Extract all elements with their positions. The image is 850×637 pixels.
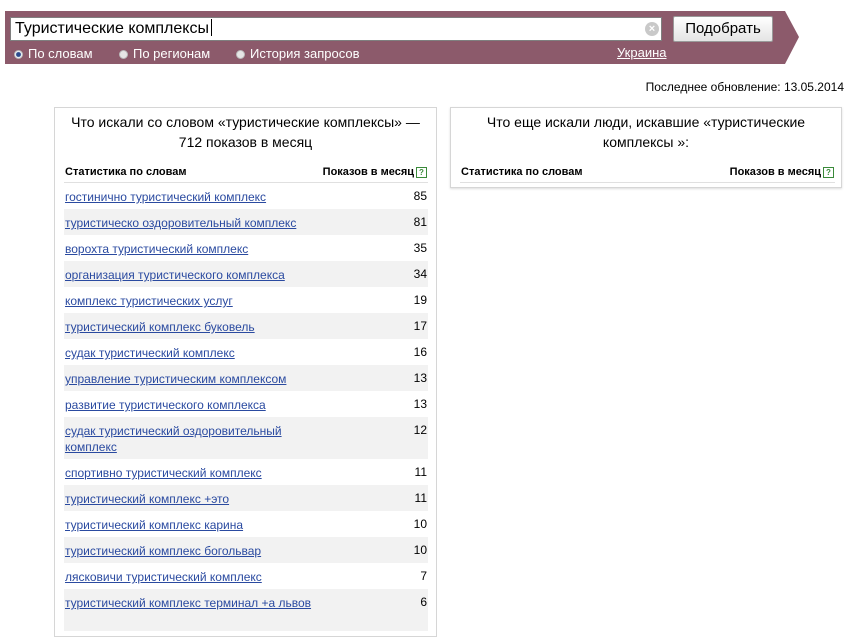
keyword-link[interactable]: туристический комплекс богольвар [65, 543, 315, 559]
column-header-impressions-label: Показов в месяц [729, 166, 821, 178]
column-header-impressions-label: Показов в месяц [322, 166, 414, 178]
impressions-count: 16 [413, 345, 427, 359]
impressions-count: 85 [413, 189, 427, 203]
table-row: туристический комплекс карина 10 [64, 511, 428, 537]
keyword-link[interactable]: судак туристический оздоровительный комп… [65, 423, 315, 455]
table-row: лясковичи туристический комплекс 7 [64, 563, 428, 589]
table-row: организация туристического комплекса 34 [64, 261, 428, 287]
related-panel-title: Что еще искали люди, искавшие «туристиче… [486, 114, 806, 150]
impressions-count: 19 [413, 293, 427, 307]
table-row: судак туристический комплекс 16 [64, 339, 428, 365]
keywords-table-header: Статистика по словам Показов в месяц? [64, 162, 428, 183]
keyword-link[interactable]: судак туристический комплекс [65, 345, 315, 361]
keyword-link[interactable]: туристическо оздоровительный комплекс [65, 215, 315, 231]
tab-by-regions[interactable]: По регионам [119, 46, 210, 61]
table-row: туристический комплекс +это 11 [64, 485, 428, 511]
keyword-link[interactable]: ворохта туристический комплекс [65, 241, 315, 257]
tab-by-regions-label: По регионам [133, 46, 211, 61]
table-row: развитие туристического комплекса 13 [64, 391, 428, 417]
column-header-stats: Статистика по словам [65, 166, 187, 178]
keyword-link[interactable]: организация туристического комплекса [65, 267, 315, 283]
region-link[interactable]: Украина [617, 45, 667, 60]
keyword-link[interactable]: спортивно туристический комплекс [65, 465, 315, 481]
related-panel: Что еще искали люди, искавшие «туристиче… [450, 107, 842, 188]
column-header-impressions: Показов в месяц? [730, 166, 834, 178]
radio-selected-icon [14, 50, 23, 59]
impressions-count: 35 [413, 241, 427, 255]
keywords-panel: Что искали со словом «туристические комп… [54, 107, 437, 637]
last-updated: Последнее обновление: 13.05.2014 [645, 80, 844, 94]
related-table-header: Статистика по словам Показов в месяц? [460, 162, 835, 183]
text-caret [210, 19, 212, 36]
keywords-panel-title: Что искали со словом «туристические комп… [71, 114, 420, 150]
impressions-count: 6 [420, 595, 427, 609]
impressions-count: 12 [413, 423, 427, 437]
impressions-count: 34 [413, 267, 427, 281]
table-row: туристический комплекс буковель 17 [64, 313, 428, 339]
impressions-count: 10 [413, 517, 427, 531]
keyword-link[interactable]: гостинично туристический комплекс [65, 189, 315, 205]
keyword-link[interactable]: туристический комплекс +это [65, 491, 315, 507]
search-input-value: Туристические комплексы [15, 20, 209, 37]
impressions-count: 13 [413, 397, 427, 411]
search-input[interactable]: Туристические комплексы [10, 17, 662, 41]
keywords-table: гостинично туристический комплекс 85 турис… [64, 183, 428, 631]
column-header-stats: Статистика по словам [461, 166, 583, 178]
tab-query-history-label: История запросов [250, 46, 360, 61]
table-row: ворохта туристический комплекс 35 [64, 235, 428, 261]
radio-icon [119, 50, 128, 59]
keyword-link[interactable]: туристический комплекс терминал +а львов [65, 595, 315, 611]
help-icon[interactable]: ? [823, 167, 834, 178]
impressions-count: 7 [420, 569, 427, 583]
keyword-link[interactable]: лясковичи туристический комплекс [65, 569, 315, 585]
tab-by-words-label: По словам [28, 46, 93, 61]
table-row: комплекс туристических услуг 19 [64, 287, 428, 313]
impressions-count: 13 [413, 371, 427, 385]
tab-by-words[interactable]: По словам [14, 46, 93, 61]
help-icon[interactable]: ? [416, 167, 427, 178]
table-row: туристическо оздоровительный комплекс 81 [64, 209, 428, 235]
pick-button[interactable]: Подобрать [673, 16, 773, 42]
impressions-count: 17 [413, 319, 427, 333]
impressions-count: 11 [414, 491, 427, 505]
search-bar-arrow [785, 11, 799, 64]
tab-query-history[interactable]: История запросов [236, 46, 360, 61]
impressions-count: 11 [414, 465, 427, 479]
keyword-link[interactable]: комплекс туристических услуг [65, 293, 315, 309]
radio-icon [236, 50, 245, 59]
table-row: управление туристическим комплексом 13 [64, 365, 428, 391]
table-row: гостинично туристический комплекс 85 [64, 183, 428, 209]
impressions-count: 81 [413, 215, 427, 229]
clear-icon[interactable]: × [645, 22, 659, 36]
table-row: спортивно туристический комплекс 11 [64, 459, 428, 485]
impressions-count: 10 [413, 543, 427, 557]
keyword-link[interactable]: развитие туристического комплекса [65, 397, 315, 413]
keyword-link[interactable]: туристический комплекс буковель [65, 319, 315, 335]
column-header-impressions: Показов в месяц? [323, 166, 427, 178]
table-row: судак туристический оздоровительный комп… [64, 417, 428, 459]
keyword-link[interactable]: управление туристическим комплексом [65, 371, 315, 387]
keyword-link[interactable]: туристический комплекс карина [65, 517, 315, 533]
table-row: туристический комплекс богольвар 10 [64, 537, 428, 563]
